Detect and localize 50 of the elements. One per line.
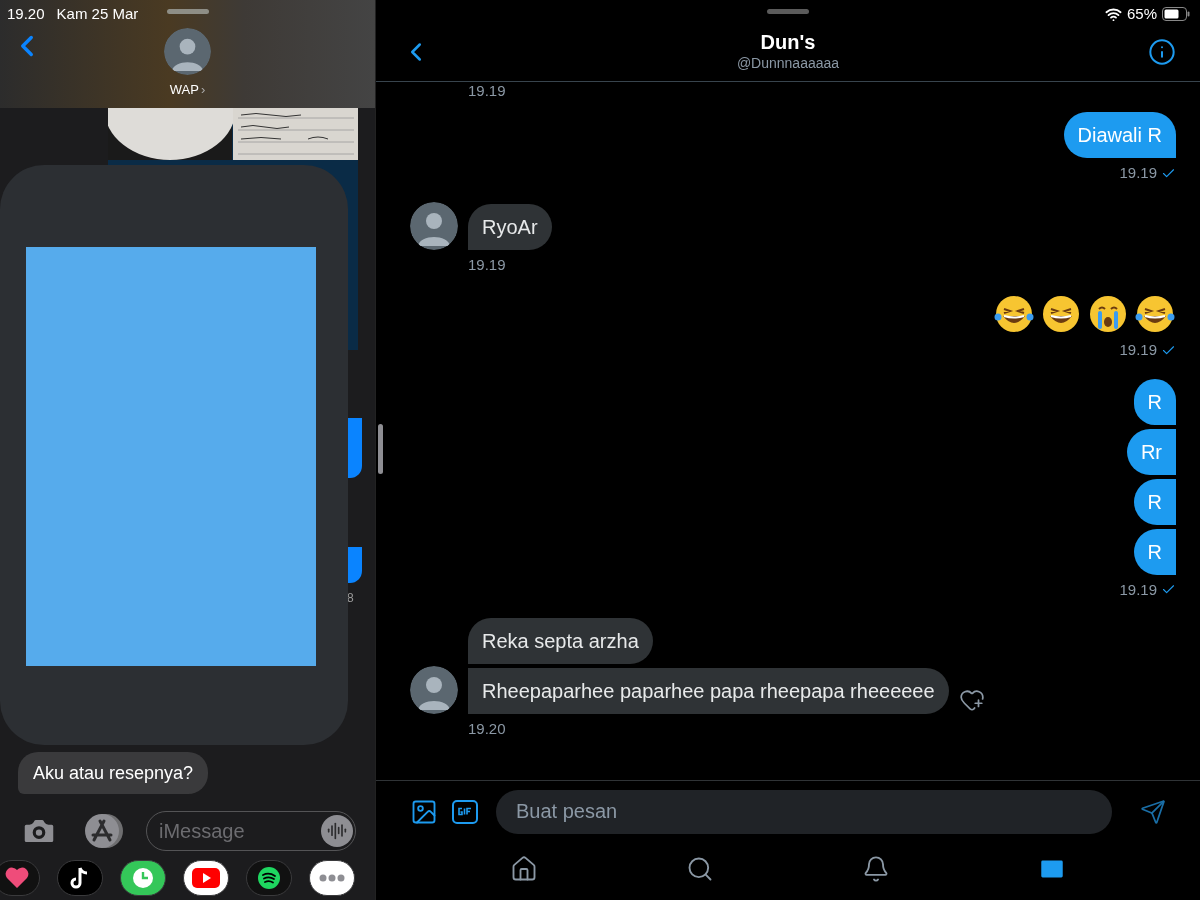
message-field[interactable]: iMessage (146, 811, 356, 851)
received-message-bubble: Reka septa arzha (468, 618, 653, 664)
message-time: 19.19 (1119, 163, 1157, 183)
laughing-tears-emoji-icon (993, 293, 1035, 335)
info-icon[interactable] (1148, 38, 1176, 66)
more-icon[interactable] (309, 860, 355, 896)
message-time: 19.19 (1119, 340, 1157, 360)
play-app-icon[interactable] (183, 860, 229, 896)
home-tab-icon[interactable] (510, 855, 538, 883)
status-time: 19.20 (7, 4, 45, 24)
voice-icon[interactable] (321, 815, 353, 847)
message-time: 19.19 (468, 254, 506, 275)
sent-message-bubble: R (1133, 378, 1176, 425)
music-note-app-icon[interactable] (57, 860, 103, 896)
contact-name[interactable]: WAP› (169, 80, 206, 100)
sent-message-bubble: R (1133, 528, 1176, 575)
received-message-bubble: Aku atau resepnya? (18, 752, 209, 794)
app-store-icon[interactable] (84, 813, 126, 849)
status-date: Kam 25 Mar (56, 4, 139, 24)
avatar (410, 201, 458, 250)
gif-icon[interactable] (452, 799, 478, 824)
message-field[interactable]: Buat pesan (496, 789, 1112, 834)
sent-message-bubble: R (1133, 478, 1176, 525)
clock-app-icon[interactable] (120, 860, 166, 896)
split-view-handle[interactable] (378, 424, 383, 474)
message-time: 19.19 (1119, 579, 1157, 600)
received-message-bubble: RyoAr (468, 203, 552, 250)
battery-icon (1162, 7, 1190, 22)
battery-percent: 65% (1126, 4, 1157, 24)
laughing-tears-emoji-icon (1134, 293, 1176, 335)
multitasking-handle[interactable] (166, 9, 209, 14)
like-heart-icon[interactable] (958, 687, 985, 713)
multitasking-handle[interactable] (767, 9, 809, 14)
message-time: 19.19 (468, 82, 507, 100)
bell-tab-icon[interactable] (862, 855, 890, 883)
sound-waves-app-icon[interactable] (246, 860, 292, 896)
conversation-title: Dun's (760, 30, 816, 54)
user-handle: @Dunnnaaaaaa (736, 54, 840, 72)
crying-emoji-icon (1087, 293, 1129, 335)
received-message-bubble: Rheepaparhee paparhee papa rheepapa rheeeeee (468, 668, 949, 714)
sent-message-bubble: Rr (1126, 428, 1176, 475)
search-tab-icon[interactable] (686, 855, 714, 883)
rolling-laughing-emoji-icon (1040, 293, 1082, 335)
heart-app-icon[interactable] (0, 860, 40, 896)
send-icon[interactable] (1140, 798, 1166, 825)
message-time: 8 (347, 590, 354, 607)
sent-message-bubble: Diawali R (1063, 112, 1176, 158)
message-time: 19.20 (468, 719, 506, 739)
contact-avatar (164, 28, 211, 75)
avatar (410, 666, 458, 714)
